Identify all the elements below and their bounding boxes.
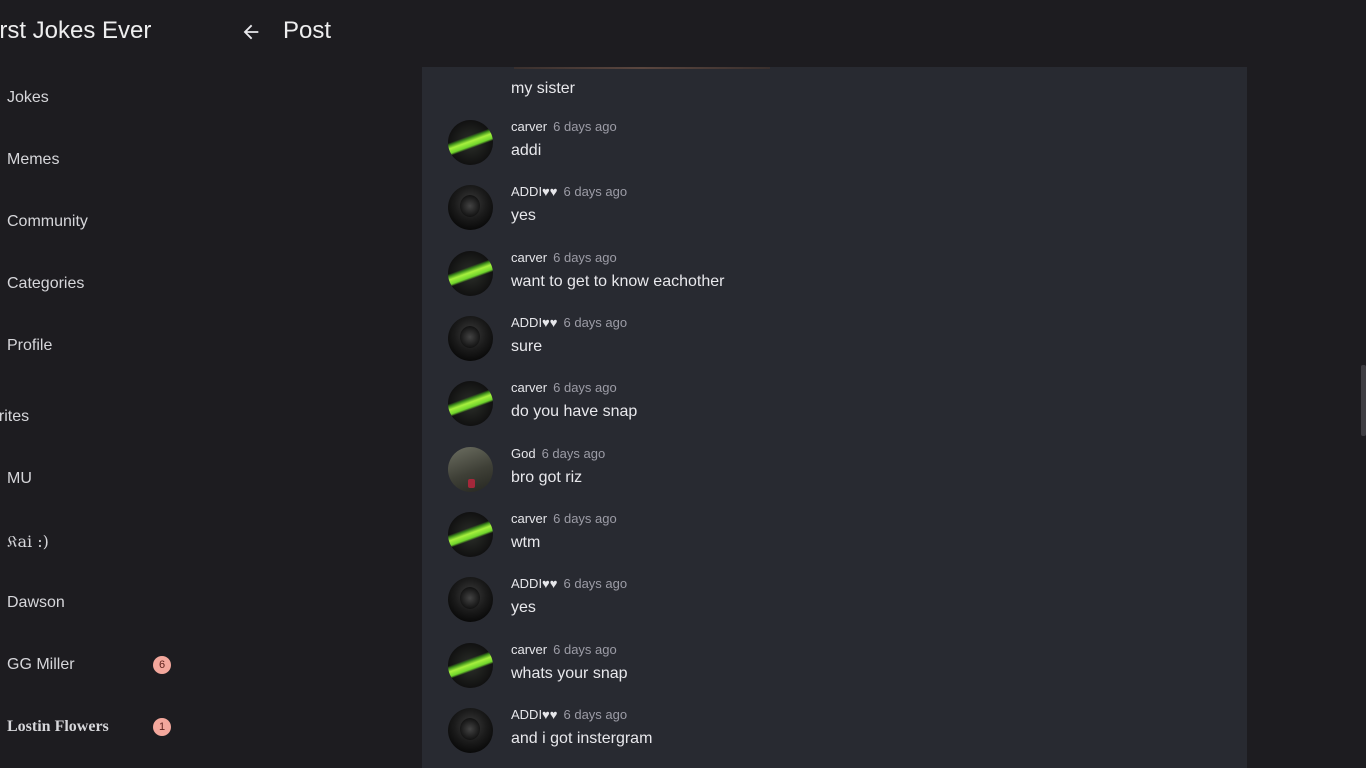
message-item: carver 6 days ago want to get to know eac… — [422, 249, 1247, 313]
message-author[interactable]: carver — [511, 119, 547, 134]
back-button[interactable] — [238, 19, 264, 45]
app-title: orst Jokes Ever — [0, 17, 152, 44]
message-author[interactable]: carver — [511, 642, 547, 657]
message-text: sure — [511, 338, 543, 355]
favorite-item-mu[interactable]: MU — [7, 470, 32, 488]
avatar[interactable] — [448, 447, 493, 492]
message-author[interactable]: God — [511, 446, 536, 461]
message-item: carver 6 days ago whats your snap — [422, 641, 1247, 705]
message-time: 6 days ago — [563, 315, 628, 330]
message-text: do you have snap — [511, 403, 638, 420]
avatar[interactable] — [448, 381, 493, 426]
message-time: 6 days ago — [563, 184, 628, 199]
message-time: 6 days ago — [553, 380, 617, 395]
favorite-item-lostin-flowers[interactable]: Lostin Flowers — [7, 718, 109, 736]
message-text: yes — [511, 599, 536, 616]
message-time: 6 days ago — [553, 511, 617, 526]
arrow-left-icon — [243, 24, 259, 40]
message-item: ADDI♥♥ 6 days ago sure — [422, 314, 1247, 378]
favorite-item-dawson[interactable]: Dawson — [7, 594, 65, 612]
message-item: carver 6 days ago addi — [422, 118, 1247, 182]
message-text: want to get to know eachother — [511, 273, 725, 290]
avatar[interactable] — [448, 512, 493, 557]
message-time: 6 days ago — [553, 119, 617, 134]
unread-badge: 6 — [153, 656, 171, 674]
avatar[interactable] — [448, 643, 493, 688]
avatar[interactable] — [448, 708, 493, 753]
unread-badge: 1 — [153, 718, 171, 736]
message-author[interactable]: ADDI♥♥ — [511, 315, 558, 330]
message-item: carver 6 days ago do you have snap — [422, 379, 1247, 443]
message-text: and i got instergram — [511, 730, 653, 747]
favorite-item-kai[interactable]: 𝔎ai :) — [7, 532, 49, 552]
avatar[interactable] — [448, 251, 493, 296]
message-time: 6 days ago — [553, 642, 617, 657]
sidebar-item-profile[interactable]: Profile — [7, 337, 52, 355]
post-thread: my sister carver 6 days ago addi ADDI♥♥ 6 … — [422, 67, 1247, 768]
message-author[interactable]: carver — [511, 380, 547, 395]
favorite-item-gg-miller[interactable]: GG Miller — [7, 656, 75, 674]
message-time: 6 days ago — [541, 446, 606, 461]
message-time: 6 days ago — [563, 707, 628, 722]
message-author[interactable]: ADDI♥♥ — [511, 707, 558, 722]
message-time: 6 days ago — [563, 576, 628, 591]
avatar[interactable] — [448, 316, 493, 361]
scrollbar[interactable] — [1361, 365, 1366, 436]
sidebar-item-jokes[interactable]: Jokes — [7, 89, 49, 107]
sidebar-item-community[interactable]: Community — [7, 213, 88, 231]
message-text: my sister — [511, 80, 575, 97]
message-author[interactable]: carver — [511, 250, 547, 265]
message-text: wtm — [511, 534, 541, 551]
message-item: ADDI♥♥ 6 days ago yes — [422, 183, 1247, 247]
avatar[interactable] — [448, 577, 493, 622]
message-text: addi — [511, 142, 542, 159]
message-item: God 6 days ago bro got riz — [422, 445, 1247, 509]
message-text: yes — [511, 207, 536, 224]
page-title: Post — [283, 17, 332, 44]
message-text: bro got riz — [511, 469, 583, 486]
message-item: carver 6 days ago wtm — [422, 510, 1247, 574]
avatar[interactable] — [448, 120, 493, 165]
favorites-heading: orites — [0, 408, 30, 425]
message-author[interactable]: ADDI♥♥ — [511, 576, 558, 591]
message-author[interactable]: ADDI♥♥ — [511, 184, 558, 199]
sidebar-item-categories[interactable]: Categories — [7, 275, 84, 293]
message-author[interactable]: carver — [511, 511, 547, 526]
sidebar-item-memes[interactable]: Memes — [7, 151, 59, 169]
message-text: whats your snap — [511, 665, 628, 682]
avatar[interactable] — [448, 185, 493, 230]
message-item: ADDI♥♥ 6 days ago yes — [422, 575, 1247, 639]
message-item: ADDI♥♥ 6 days ago and i got instergram — [422, 706, 1247, 768]
message-time: 6 days ago — [553, 250, 617, 265]
attached-image[interactable] — [514, 67, 770, 69]
